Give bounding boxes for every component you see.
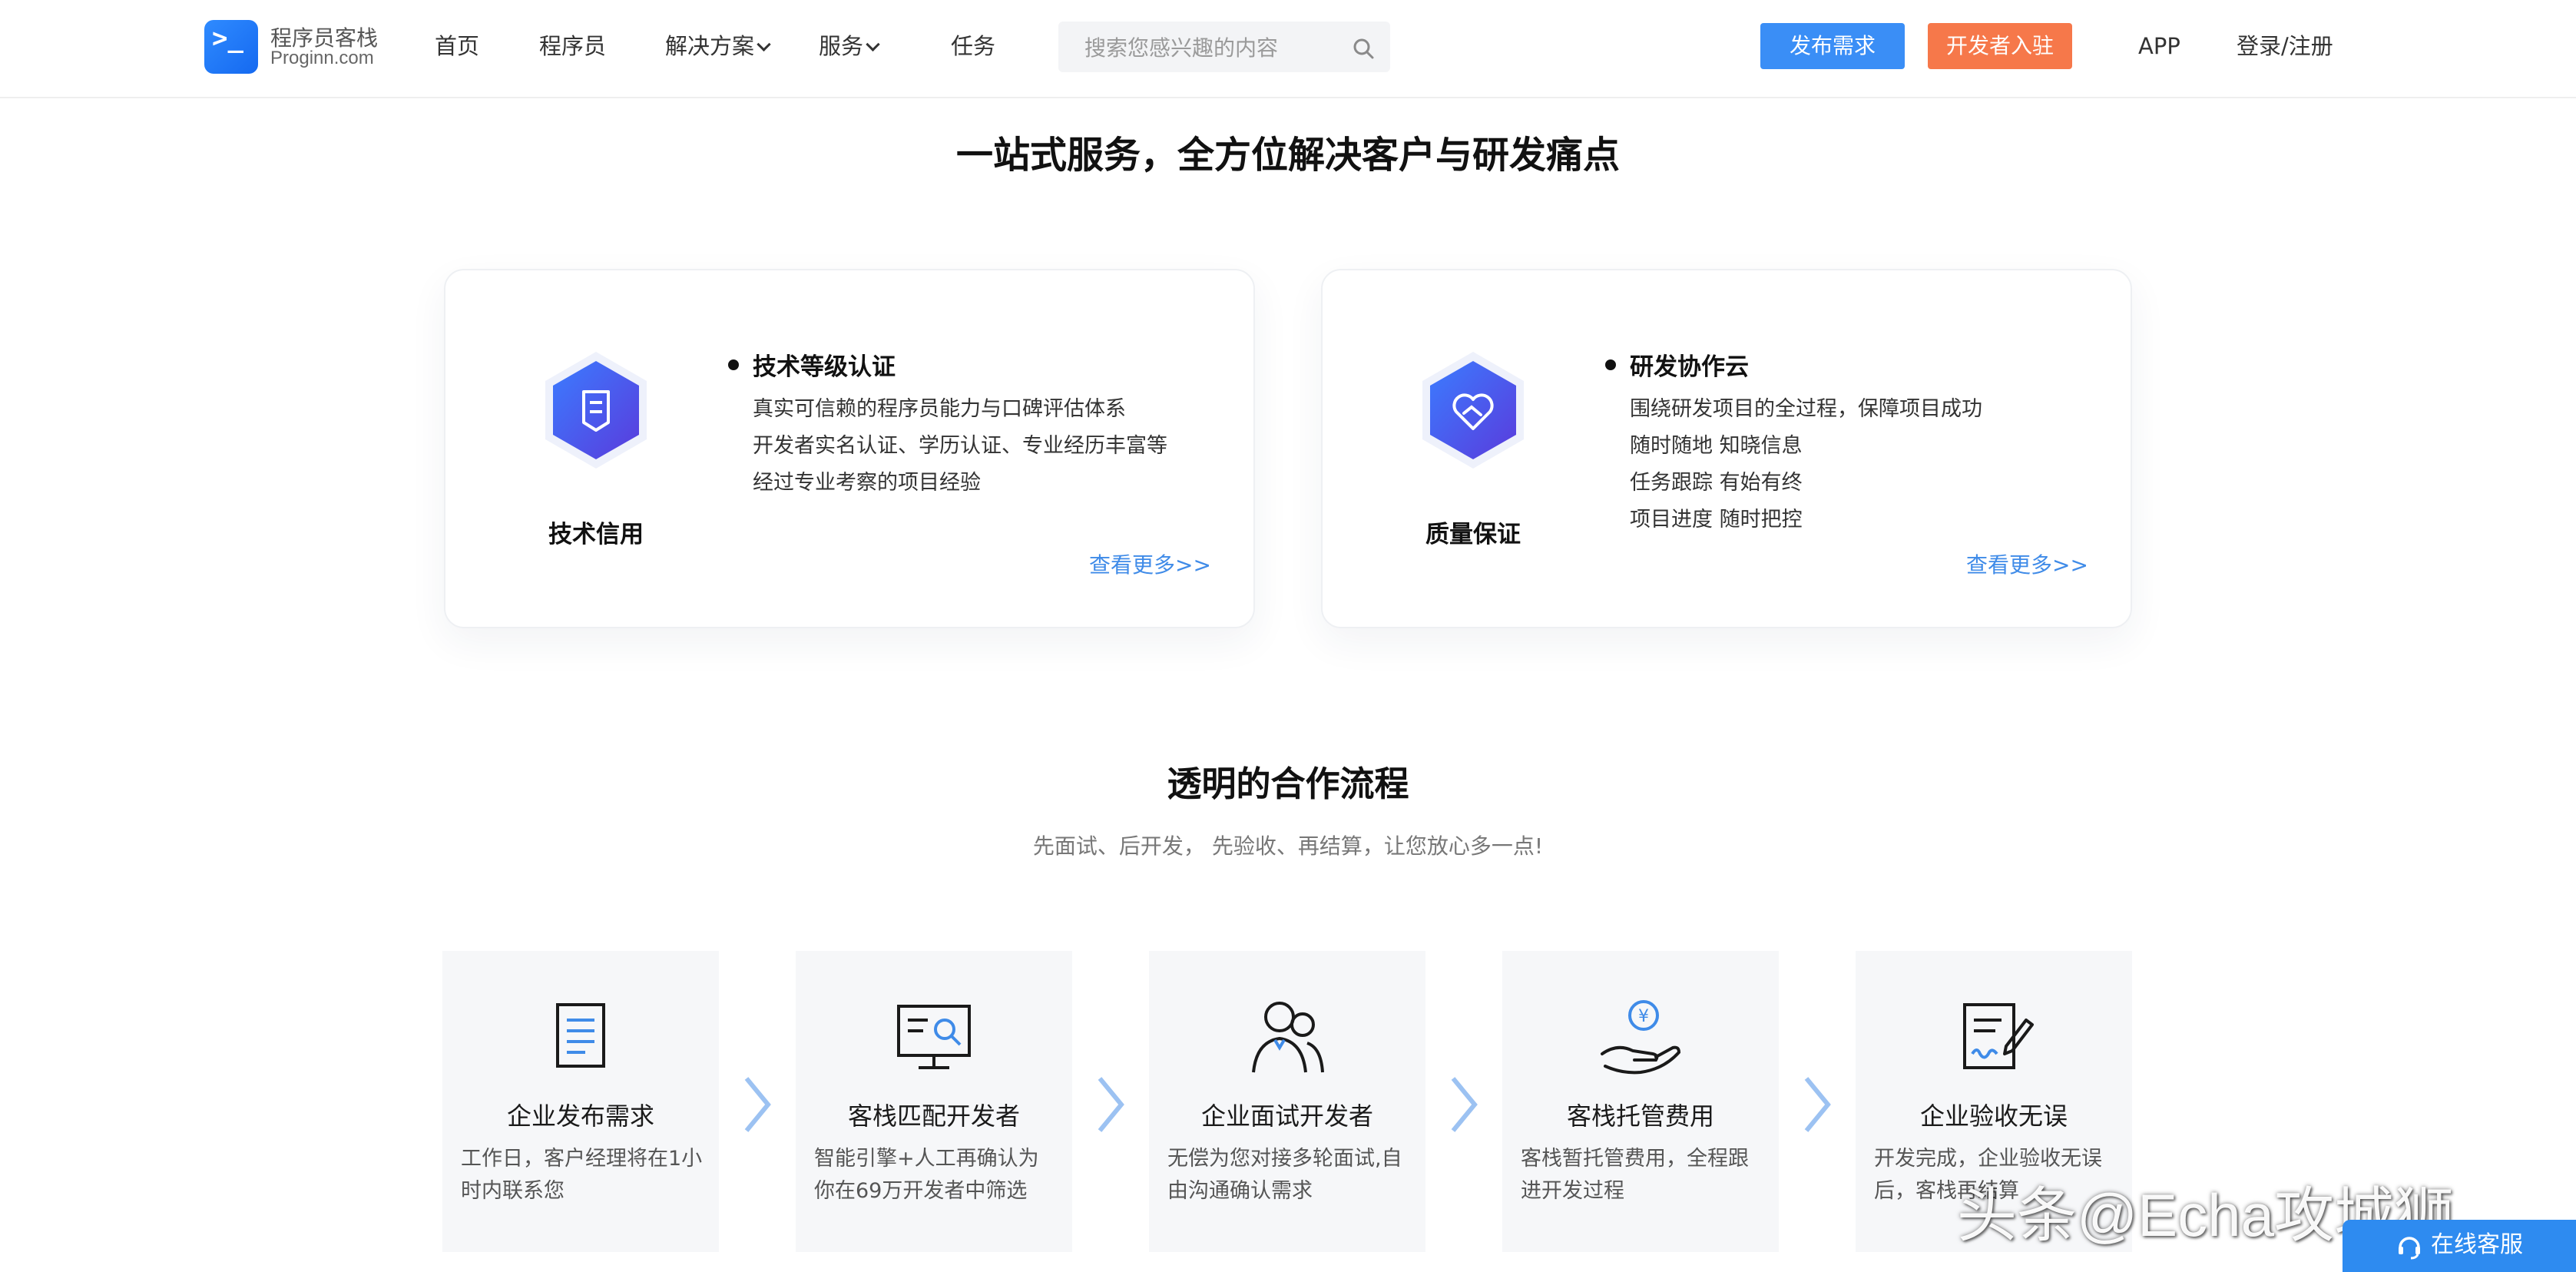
nav-services-label: 服务 (819, 33, 864, 59)
chevron-down-icon (757, 37, 771, 52)
online-service-label: 在线客服 (2431, 1231, 2523, 1258)
hand-coin-icon: ¥ (1601, 1000, 1681, 1075)
feature-heading: 技术等级认证 (753, 353, 896, 381)
feature-line: 开发者实名认证、学历认证、专业经历丰富等 (753, 434, 1167, 458)
handshake-heart-icon (1422, 352, 1524, 469)
top-navigation-bar: >_ 程序员客栈 Proginn.com 首页 程序员 解决方案 服务 任务 发… (0, 0, 2576, 98)
brand-domain[interactable]: Proginn.com (270, 48, 374, 69)
card-title: 质量保证 (1425, 521, 1521, 548)
step-description: 客栈暂托管费用，全程跟进开发过程 (1521, 1147, 1749, 1203)
nav-tasks-label: 任务 (951, 33, 996, 59)
chevron-right-icon (1098, 1077, 1124, 1132)
step-title: 企业面试开发者 (1200, 1101, 1373, 1131)
feature-heading: 研发协作云 (1630, 353, 1749, 381)
chevron-right-icon (744, 1077, 771, 1132)
search-icon[interactable] (1352, 37, 1375, 60)
view-more-link[interactable]: 查看更多>> (1089, 548, 1211, 579)
process-step-post: 企业发布需求 工作日，客户经理将在1小时内联系您 (442, 951, 719, 1252)
nav-programmers[interactable]: 程序员 (539, 31, 606, 61)
monitor-search-icon (897, 1005, 971, 1069)
feature-line: 任务跟踪 有始有终 (1630, 471, 1803, 495)
step-title: 客栈托管费用 (1566, 1101, 1714, 1131)
developer-join-button[interactable]: 开发者入驻 (1928, 23, 2072, 69)
headset-icon (2399, 1236, 2420, 1259)
app-link[interactable]: APP (2138, 31, 2180, 61)
post-requirement-button[interactable]: 发布需求 (1760, 23, 1905, 69)
login-register-link[interactable]: 登录/注册 (2237, 31, 2333, 61)
bullet-dot (728, 359, 739, 370)
shield-document-icon (545, 352, 647, 469)
search-input[interactable] (1083, 31, 1339, 65)
document-sign-icon (1963, 1003, 2034, 1069)
step-description: 无偿为您对接多轮面试,自由沟通确认需求 (1167, 1147, 1402, 1203)
process-step-interview: 企业面试开发者 无偿为您对接多轮面试,自由沟通确认需求 (1149, 951, 1425, 1252)
nav-solutions[interactable]: 解决方案 (665, 31, 771, 61)
step-title: 企业发布需求 (506, 1101, 654, 1131)
card-title: 技术信用 (548, 521, 644, 548)
bullet-dot (1605, 359, 1616, 370)
logo-glyph: >_ (212, 23, 243, 54)
svg-text:¥: ¥ (1638, 1007, 1649, 1026)
section-title-process: 透明的合作流程 (1167, 764, 1409, 804)
feature-line: 经过专业考察的项目经验 (753, 471, 981, 495)
chevron-right-icon (1804, 1077, 1831, 1132)
step-description: 工作日，客户经理将在1小时内联系您 (461, 1147, 703, 1203)
feature-line: 随时随地 知晓信息 (1630, 434, 1803, 458)
nav-home-label: 首页 (435, 33, 480, 59)
step-title: 客栈匹配开发者 (847, 1101, 1020, 1131)
chevron-down-icon (866, 37, 880, 52)
feature-line: 真实可信赖的程序员能力与口碑评估体系 (753, 397, 1126, 421)
section-title-services: 一站式服务，全方位解决客户与研发痛点 (955, 134, 1620, 177)
nav-programmers-label: 程序员 (539, 33, 607, 59)
view-more-link[interactable]: 查看更多>> (1966, 548, 2088, 579)
feature-card-quality: 质量保证 研发协作云 围绕研发项目的全过程，保障项目成功 随时随地 知晓信息 任… (1321, 269, 2132, 628)
document-icon (556, 1003, 605, 1068)
feature-line: 项目进度 随时把控 (1630, 508, 1803, 532)
nav-solutions-label: 解决方案 (665, 33, 755, 59)
nav-tasks[interactable]: 任务 (951, 31, 995, 61)
people-icon (1252, 1002, 1324, 1073)
nav-home[interactable]: 首页 (435, 31, 479, 61)
process-step-match: 客栈匹配开发者 智能引擎+人工再确认为你在69万开发者中筛选 (796, 951, 1072, 1252)
online-service-button[interactable]: 在线客服 (2343, 1220, 2576, 1272)
feature-line: 围绕研发项目的全过程，保障项目成功 (1630, 397, 1982, 421)
brand-logo-icon[interactable]: >_ (204, 20, 258, 74)
step-title: 企业验收无误 (1919, 1101, 2068, 1131)
section-subtitle-process: 先面试、后开发， 先验收、再结算，让您放心多一点! (1032, 833, 1544, 859)
search-box (1058, 22, 1390, 72)
process-step-escrow: ¥ 客栈托管费用 客栈暂托管费用，全程跟进开发过程 (1502, 951, 1779, 1252)
nav-services[interactable]: 服务 (819, 31, 880, 61)
feature-card-tech-credit: 技术信用 技术等级认证 真实可信赖的程序员能力与口碑评估体系 开发者实名认证、学… (444, 269, 1255, 628)
chevron-right-icon (1451, 1077, 1478, 1132)
step-description: 智能引擎+人工再确认为你在69万开发者中筛选 (814, 1147, 1039, 1203)
